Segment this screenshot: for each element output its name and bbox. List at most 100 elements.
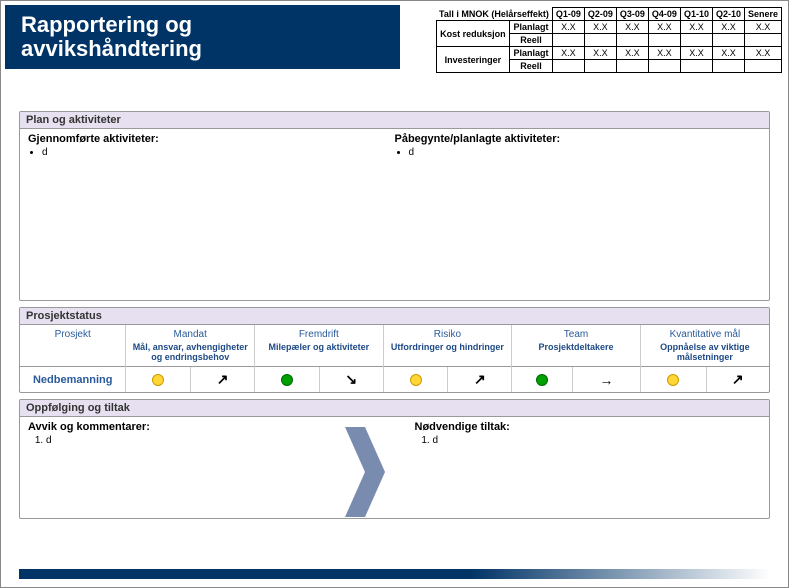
followup-section: Oppfølging og tiltak Avvik og kommentare… [19,399,770,519]
status-cell [126,367,191,393]
row-group-kost: Kost reduksjon [436,21,510,47]
footer-accent-bar [19,569,770,579]
col-title: Team [564,329,588,340]
planned-heading: Påbegynte/planlagte aktiviteter: [395,133,762,145]
cell [616,60,648,73]
row-sub: Planlagt [510,21,553,34]
trend-cell: ↗ [706,367,769,393]
col-title: Risiko [434,329,461,340]
big-arrow-icon [345,427,385,517]
header-bar: Rapportering og avvikshåndtering [5,5,400,69]
cell: X.X [712,21,744,34]
col-title: Kvantitative mål [670,329,741,340]
col-risiko: Risiko Utfordringer og hindringer [383,325,512,367]
status-dot-icon [667,374,679,386]
followup-columns: Avvik og kommentarer: d Nødvendige tilta… [20,417,769,515]
list-item: d [409,147,762,158]
col-title: Fremdrift [299,329,339,340]
row-group-invest: Investeringer [436,47,510,73]
actions-col: Nødvendige tiltak: d [415,421,762,511]
cell [552,34,584,47]
col-team: Team Prosjektdeltakere [512,325,641,367]
cell [648,34,680,47]
project-name: Nedbemanning [20,367,126,393]
col-subtitle: Milepæler og aktiviteter [257,342,381,352]
status-section-title: Prosjektstatus [20,308,769,325]
title-line1: Rapportering og [21,12,192,37]
list-item: d [433,435,762,446]
cell [552,60,584,73]
col-subtitle: Oppnåelse av viktige målsetninger [643,342,767,362]
followup-section-title: Oppfølging og tiltak [20,400,769,417]
plan-section: Plan og aktiviteter Gjennomførte aktivit… [19,111,770,301]
cell [712,60,744,73]
cell [712,34,744,47]
trend-arrow-icon: → [599,372,613,388]
status-dot-icon [281,374,293,386]
financial-table: Tall i MNOK (Helårseffekt) Q1-09 Q2-09 Q… [436,7,782,73]
col-mandat: Mandat Mål, ansvar, avhengigheter og end… [126,325,255,367]
content-area: Plan og aktiviteter Gjennomførte aktivit… [19,111,770,525]
cell [680,34,712,47]
status-cell [512,367,573,393]
table-row: Investeringer Planlagt X.X X.X X.X X.X X… [436,47,781,60]
deviations-col: Avvik og kommentarer: d [28,421,375,511]
cell [744,60,781,73]
trend-cell: ↗ [191,367,255,393]
col-q3-09: Q3-09 [616,8,648,21]
cell: X.X [680,47,712,60]
cell: X.X [584,47,616,60]
status-header-row: Prosjekt Mandat Mål, ansvar, avhengighet… [20,325,769,367]
cell: X.X [616,21,648,34]
col-subtitle: Utfordringer og hindringer [386,342,510,352]
completed-list: d [42,147,395,158]
list-item: d [42,147,395,158]
row-sub: Reell [510,60,553,73]
col-title: Mandat [174,329,207,340]
cell: X.X [552,47,584,60]
completed-heading: Gjennomførte aktiviteter: [28,133,395,145]
planned-activities-col: Påbegynte/planlagte aktiviteter: d [395,133,762,158]
trend-cell: ↘ [319,367,383,393]
actions-heading: Nødvendige tiltak: [415,421,762,433]
cell: X.X [680,21,712,34]
trend-arrow-icon: ↗ [217,371,229,388]
page-title: Rapportering og avvikshåndtering [21,13,384,61]
plan-section-title: Plan og aktiviteter [20,112,769,129]
cell: X.X [744,21,781,34]
cell: X.X [744,47,781,60]
col-q1-09: Q1-09 [552,8,584,21]
col-q1-10: Q1-10 [680,8,712,21]
trend-cell: → [572,367,640,393]
deviations-list: d [46,435,375,446]
col-subtitle: Mål, ansvar, avhengigheter og endringsbe… [128,342,252,362]
status-dot-icon [410,374,422,386]
col-kvantitative: Kvantitative mål Oppnåelse av viktige må… [640,325,769,367]
plan-columns: Gjennomførte aktiviteter: d Påbegynte/pl… [20,129,769,162]
row-sub: Reell [510,34,553,47]
col-q4-09: Q4-09 [648,8,680,21]
cell: X.X [552,21,584,34]
col-title: Prosjekt [55,329,91,340]
title-line2: avvikshåndtering [21,36,202,61]
table-header-row: Tall i MNOK (Helårseffekt) Q1-09 Q2-09 Q… [436,8,781,21]
cell [584,34,616,47]
slide: Rapportering og avvikshåndtering Tall i … [0,0,789,588]
cell [680,60,712,73]
col-fremdrift: Fremdrift Milepæler og aktiviteter [255,325,384,367]
trend-arrow-icon: ↘ [345,371,357,388]
cell: X.X [616,47,648,60]
trend-arrow-icon: ↗ [732,371,744,388]
col-q2-10: Q2-10 [712,8,744,21]
status-project-row: Nedbemanning ↗ ↘ ↗ → ↗ [20,367,769,393]
cell: X.X [712,47,744,60]
status-dot-icon [536,374,548,386]
cell [648,60,680,73]
actions-list: d [433,435,762,446]
list-item: d [46,435,375,446]
row-sub: Planlagt [510,47,553,60]
cell [584,60,616,73]
cell [616,34,648,47]
status-dot-icon [152,374,164,386]
deviations-heading: Avvik og kommentarer: [28,421,375,433]
